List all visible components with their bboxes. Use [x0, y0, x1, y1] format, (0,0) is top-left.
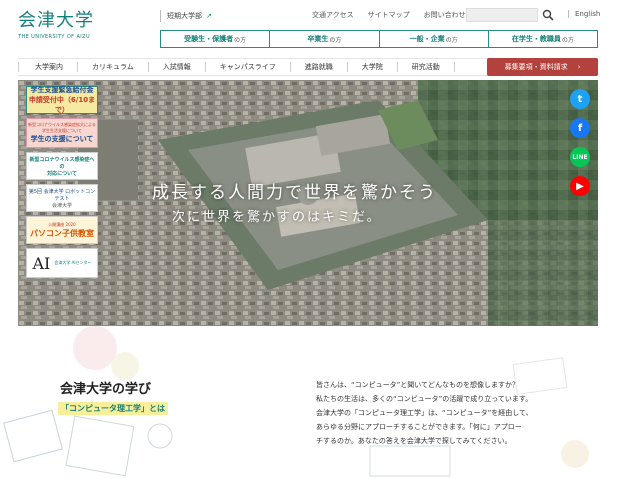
nav-graduate[interactable]: 大学院 — [348, 62, 398, 72]
banner-robot-contest[interactable]: 第5回 会津大学 ロボットコンテスト 会津大学 — [26, 184, 98, 212]
nav-campus-life[interactable]: キャンパスライフ — [206, 62, 291, 72]
learning-section-subtitle[interactable]: 「コンピュータ理工学」とは — [58, 402, 168, 415]
nav-about[interactable]: 大学案内 — [18, 62, 78, 72]
banner-emergency-grant[interactable]: 学生支援緊急給付金 申請受付中（6/10まで） — [26, 86, 98, 114]
learning-intro-text: 皆さんは、“コンピュータ”と聞いてどんなものを想像しますか？ 私たちの生活は、多… — [316, 378, 556, 448]
intro-line: あらゆる分野にアプローチすることができます。「何に」アプロー — [316, 423, 522, 431]
audience-alumni-label: 卒業生 — [307, 35, 329, 43]
audience-applicants[interactable]: 受験生・保護者 の方 — [161, 31, 271, 47]
junior-college-label: 短期大学部 — [167, 12, 202, 20]
hero-title: 成長する人間力で世界を驚かそう — [152, 183, 437, 203]
audience-alumni[interactable]: 卒業生 の方 — [270, 31, 380, 47]
banner-student-support-note: 新型コロナウイルス感染症拡大による学生生活支援について — [28, 122, 96, 133]
audience-applicants-label: 受験生・保護者 — [184, 35, 234, 43]
search-input[interactable] — [466, 8, 538, 22]
audience-nav: 受験生・保護者 の方 卒業生 の方 一般・企業 の方 在学生・教職員 の方 — [160, 30, 598, 48]
brochure-request-button[interactable]: 募集要項・資料請求 › — [487, 58, 598, 76]
audience-applicants-suffix: の方 — [234, 36, 247, 44]
intro-line: 私たちの生活は、多くの“コンピュータ”の活躍で成り立っています。 — [316, 395, 533, 403]
logo-english: THE UNIVERSITY OF AIZU — [18, 34, 91, 40]
nav-admissions[interactable]: 入試情報 — [149, 62, 206, 72]
twitter-icon[interactable]: t — [570, 89, 590, 109]
banner-robot-org: 会津大学 — [51, 202, 72, 209]
logo-japanese: 会津大学 — [18, 10, 94, 31]
audience-students-suffix: の方 — [561, 36, 574, 44]
english-link[interactable]: English — [568, 10, 600, 18]
audience-public-label: 一般・企業 — [409, 35, 445, 43]
nav-research[interactable]: 研究活動 — [398, 62, 455, 72]
junior-college-link[interactable]: 短期大学部 ↗ — [160, 10, 212, 22]
aerial-campus-photo — [18, 80, 598, 326]
intro-line: 皆さんは、“コンピュータ”と聞いてどんなものを想像しますか？ — [316, 381, 520, 389]
audience-alumni-suffix: の方 — [329, 36, 342, 44]
util-nav-contact[interactable]: お問い合わせ — [424, 10, 466, 20]
audience-students-staff[interactable]: 在学生・教職員 の方 — [489, 31, 597, 47]
youtube-icon[interactable]: ▶ — [570, 176, 590, 196]
banner-emergency-grant-title: 学生支援緊急給付金 — [30, 86, 94, 94]
external-link-icon: ↗ — [206, 12, 212, 20]
util-nav-sitemap[interactable]: サイトマップ — [368, 10, 410, 20]
chevron-right-icon: › — [577, 63, 581, 71]
learning-section-title: 会津大学の学び — [60, 382, 152, 397]
banner-student-support[interactable]: 新型コロナウイルス感染症拡大による学生生活支援について 学生の支援について — [26, 118, 98, 148]
university-logo[interactable]: 会津大学 THE UNIVERSITY OF AIZU — [18, 8, 96, 52]
audience-public[interactable]: 一般・企業 の方 — [380, 31, 489, 47]
banner-covid-response[interactable]: 新型コロナウイルス感染症への 対応について — [26, 152, 98, 180]
search-icon[interactable] — [542, 9, 554, 21]
intro-line: チするのか。あなたの答えを会津大学で探してみてください。 — [316, 437, 512, 445]
util-nav-access[interactable]: 交通アクセス — [312, 10, 354, 20]
banner-open-lecture[interactable]: 公開講座 2020 パソコン子供教室 — [26, 216, 98, 244]
facebook-icon[interactable]: f — [570, 118, 590, 138]
banner-ai-center[interactable]: AI 会津大学 AIセンター — [26, 248, 98, 278]
banner-ai-label: 会津大学 AIセンター — [54, 260, 92, 265]
banner-ai-logo: AI — [32, 253, 51, 273]
audience-public-suffix: の方 — [445, 36, 458, 44]
nav-curriculum[interactable]: カリキュラム — [78, 62, 149, 72]
hero-image: 成長する人間力で世界を驚かそう 次に世界を驚かすのはキミだ。 — [18, 80, 598, 326]
hero-subtitle: 次に世界を驚かすのはキミだ。 — [172, 210, 382, 225]
intro-line: 会津大学の「コンピュータ理工学」は、“コンピュータ”を経由して、 — [316, 409, 533, 417]
social-links: t f LINE ▶ — [570, 89, 590, 205]
utility-nav: 交通アクセス サイトマップ お問い合わせ — [312, 10, 466, 20]
banner-student-support-title: 学生の支援について — [30, 135, 94, 143]
banner-covid-line2: 対応について — [47, 170, 77, 177]
cta-label: 募集要項・資料請求 — [504, 63, 568, 71]
banner-robot-title: 第5回 会津大学 ロボットコンテスト — [28, 188, 96, 202]
nav-careers[interactable]: 進路就職 — [291, 62, 348, 72]
audience-students-label: 在学生・教職員 — [511, 35, 561, 43]
line-icon[interactable]: LINE — [570, 147, 590, 167]
banner-column: 学生支援緊急給付金 申請受付中（6/10まで） 新型コロナウイルス感染症拡大によ… — [26, 86, 98, 282]
banner-emergency-grant-status: 申請受付中（6/10まで） — [28, 96, 96, 114]
banner-covid-line1: 新型コロナウイルス感染症への — [29, 156, 95, 170]
page: 会津大学 THE UNIVERSITY OF AIZU 短期大学部 ↗ 交通アク… — [0, 0, 626, 479]
banner-open-lecture-sub: パソコン子供教室 — [30, 228, 94, 238]
